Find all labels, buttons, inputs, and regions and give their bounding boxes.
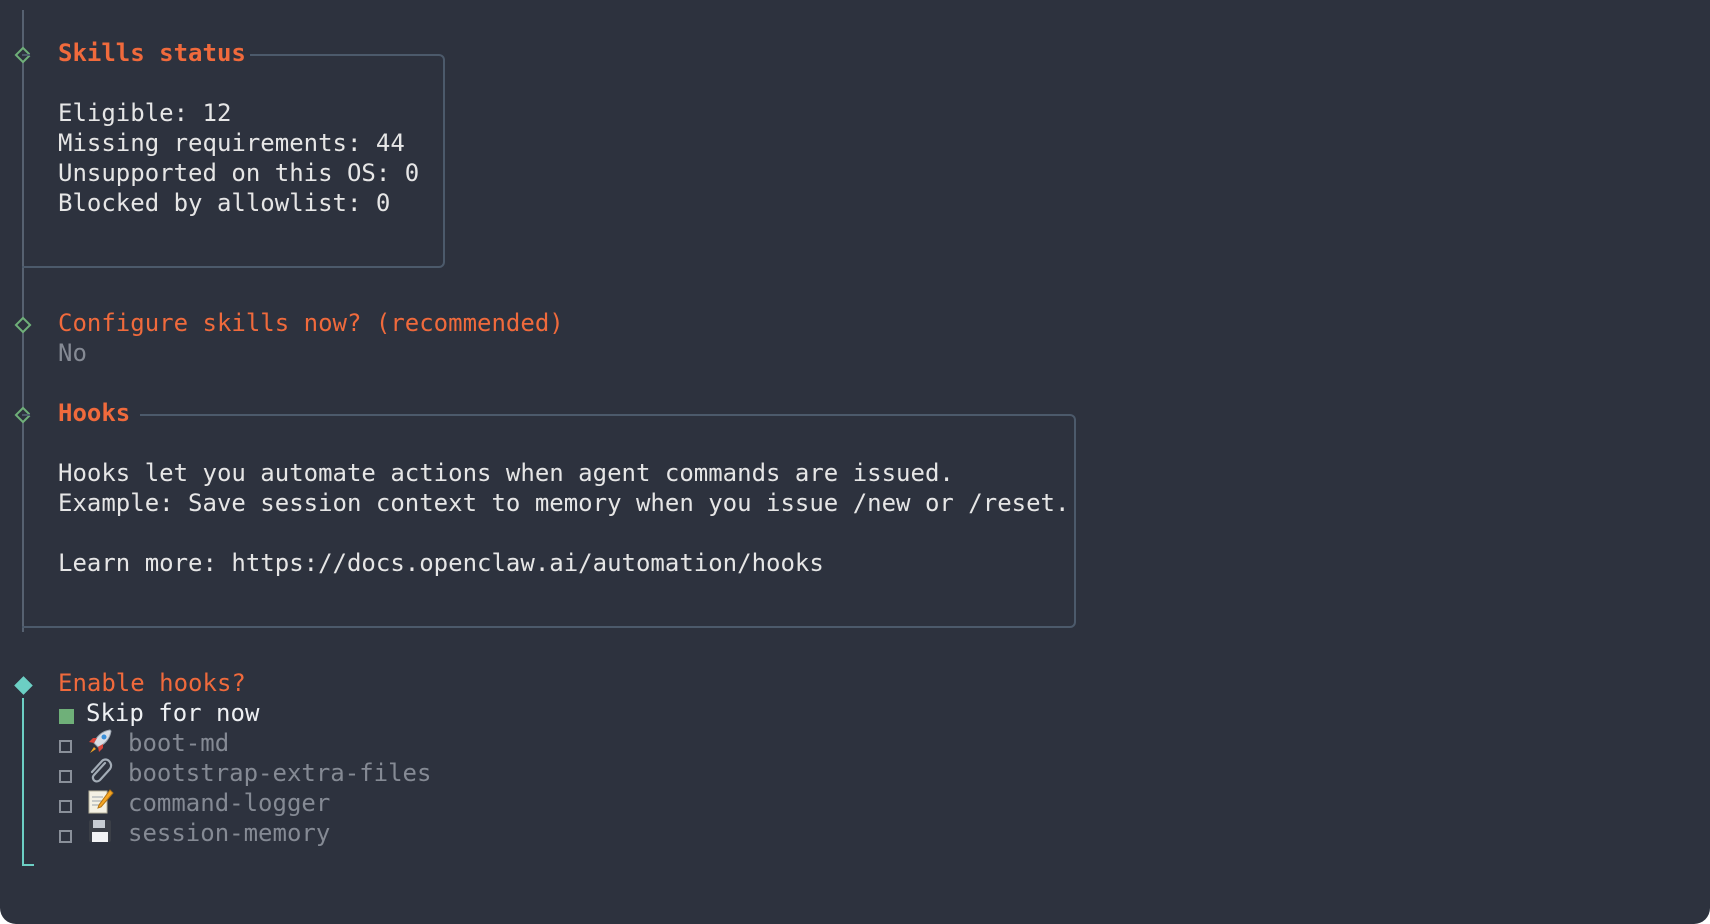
hooks-title: Hooks bbox=[58, 399, 131, 427]
skills-unsupported-line: Unsupported on this OS: 0 bbox=[58, 159, 420, 187]
option-bootstrap-extra-files[interactable]: bootstrap-extra-files bbox=[128, 758, 431, 788]
option-skip-for-now[interactable]: Skip for now bbox=[86, 698, 259, 728]
command-logger-checkbox[interactable] bbox=[59, 800, 72, 813]
session-memory-checkbox[interactable] bbox=[59, 830, 72, 843]
boot-md-checkbox[interactable] bbox=[59, 740, 72, 753]
configure-skills-question: Configure skills now? (recommended) bbox=[58, 309, 564, 337]
terminal-window: Skills status Eligible: 12 Missing requi… bbox=[0, 0, 1710, 924]
gutter-end-tick bbox=[22, 864, 34, 866]
bootstrap-extra-files-checkbox[interactable] bbox=[59, 770, 72, 783]
hooks-description-line: Hooks let you automate actions when agen… bbox=[58, 459, 954, 487]
enable-hooks-question: Enable hooks? bbox=[58, 669, 246, 697]
configure-skills-answer: No bbox=[58, 339, 87, 367]
step-diamond-icon bbox=[14, 316, 32, 334]
skip-checkbox-selected[interactable] bbox=[59, 709, 74, 724]
skills-eligible-line: Eligible: 12 bbox=[58, 99, 232, 127]
rocket-icon bbox=[89, 729, 112, 753]
paperclip-icon bbox=[90, 758, 113, 783]
skills-missing-line: Missing requirements: 44 bbox=[58, 129, 405, 157]
hooks-learn-more-line[interactable]: Learn more: https://docs.openclaw.ai/aut… bbox=[58, 548, 824, 578]
skills-blocked-line: Blocked by allowlist: 0 bbox=[58, 189, 391, 217]
memo-icon bbox=[88, 789, 114, 814]
hooks-info-box bbox=[22, 414, 1076, 628]
active-gutter-line bbox=[22, 698, 24, 866]
skills-status-title: Skills status bbox=[58, 39, 246, 67]
floppy-disk-icon bbox=[89, 820, 111, 842]
active-step-diamond-icon bbox=[14, 676, 33, 695]
option-command-logger[interactable]: command-logger bbox=[128, 788, 330, 818]
hooks-example-line: Example: Save session context to memory … bbox=[58, 489, 1070, 517]
option-boot-md[interactable]: boot-md bbox=[128, 728, 229, 758]
option-session-memory[interactable]: session-memory bbox=[128, 818, 330, 848]
